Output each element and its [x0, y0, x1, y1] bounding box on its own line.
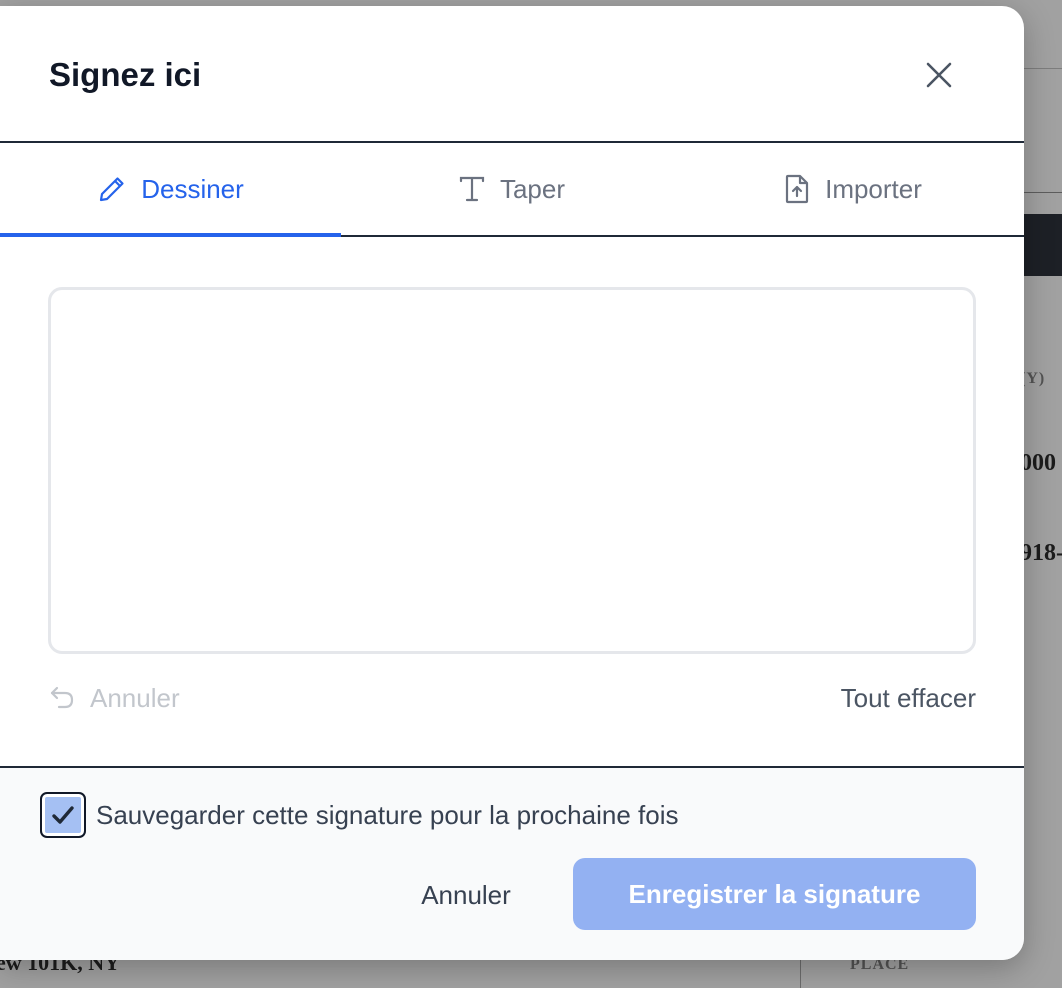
undo-icon	[50, 686, 74, 709]
save-signature-button[interactable]: Enregistrer la signature	[573, 858, 976, 930]
text-type-icon	[459, 176, 485, 202]
modal-footer: Sauvegarder cette signature pour la proc…	[0, 766, 1024, 960]
pencil-icon	[100, 177, 124, 202]
tab-type-label: Taper	[499, 173, 566, 204]
tab-draw-label: Dessiner	[141, 173, 244, 204]
cancel-button[interactable]: Annuler	[396, 860, 536, 930]
save-signature-label: Sauvegarder cette signature pour la proc…	[96, 799, 679, 830]
modal-title: Signez ici	[49, 56, 202, 93]
signature-canvas[interactable]	[48, 287, 976, 654]
save-signature-row: Sauvegarder cette signature pour la proc…	[40, 792, 678, 838]
tab-draw[interactable]: Dessiner	[0, 143, 341, 237]
checkmark-icon	[52, 806, 74, 824]
save-signature-checkbox[interactable]	[40, 792, 86, 838]
modal-header: Signez ici	[0, 6, 1024, 143]
file-upload-icon	[785, 174, 809, 204]
tab-import[interactable]: Importer	[682, 143, 1023, 235]
signature-tabs: Dessiner Taper Importer	[0, 143, 1024, 237]
signature-modal: Signez ici Dessiner Taper Importer Annul…	[0, 6, 1024, 960]
tab-type[interactable]: Taper	[341, 143, 682, 235]
close-button[interactable]	[916, 52, 962, 98]
tab-import-label: Importer	[825, 173, 922, 204]
drawing-toolbar: Annuler Tout effacer	[48, 678, 976, 718]
close-icon	[926, 62, 952, 88]
clear-all-button[interactable]: Tout effacer	[841, 678, 976, 718]
undo-button[interactable]: Annuler	[48, 678, 180, 718]
undo-label: Annuler	[90, 682, 180, 713]
